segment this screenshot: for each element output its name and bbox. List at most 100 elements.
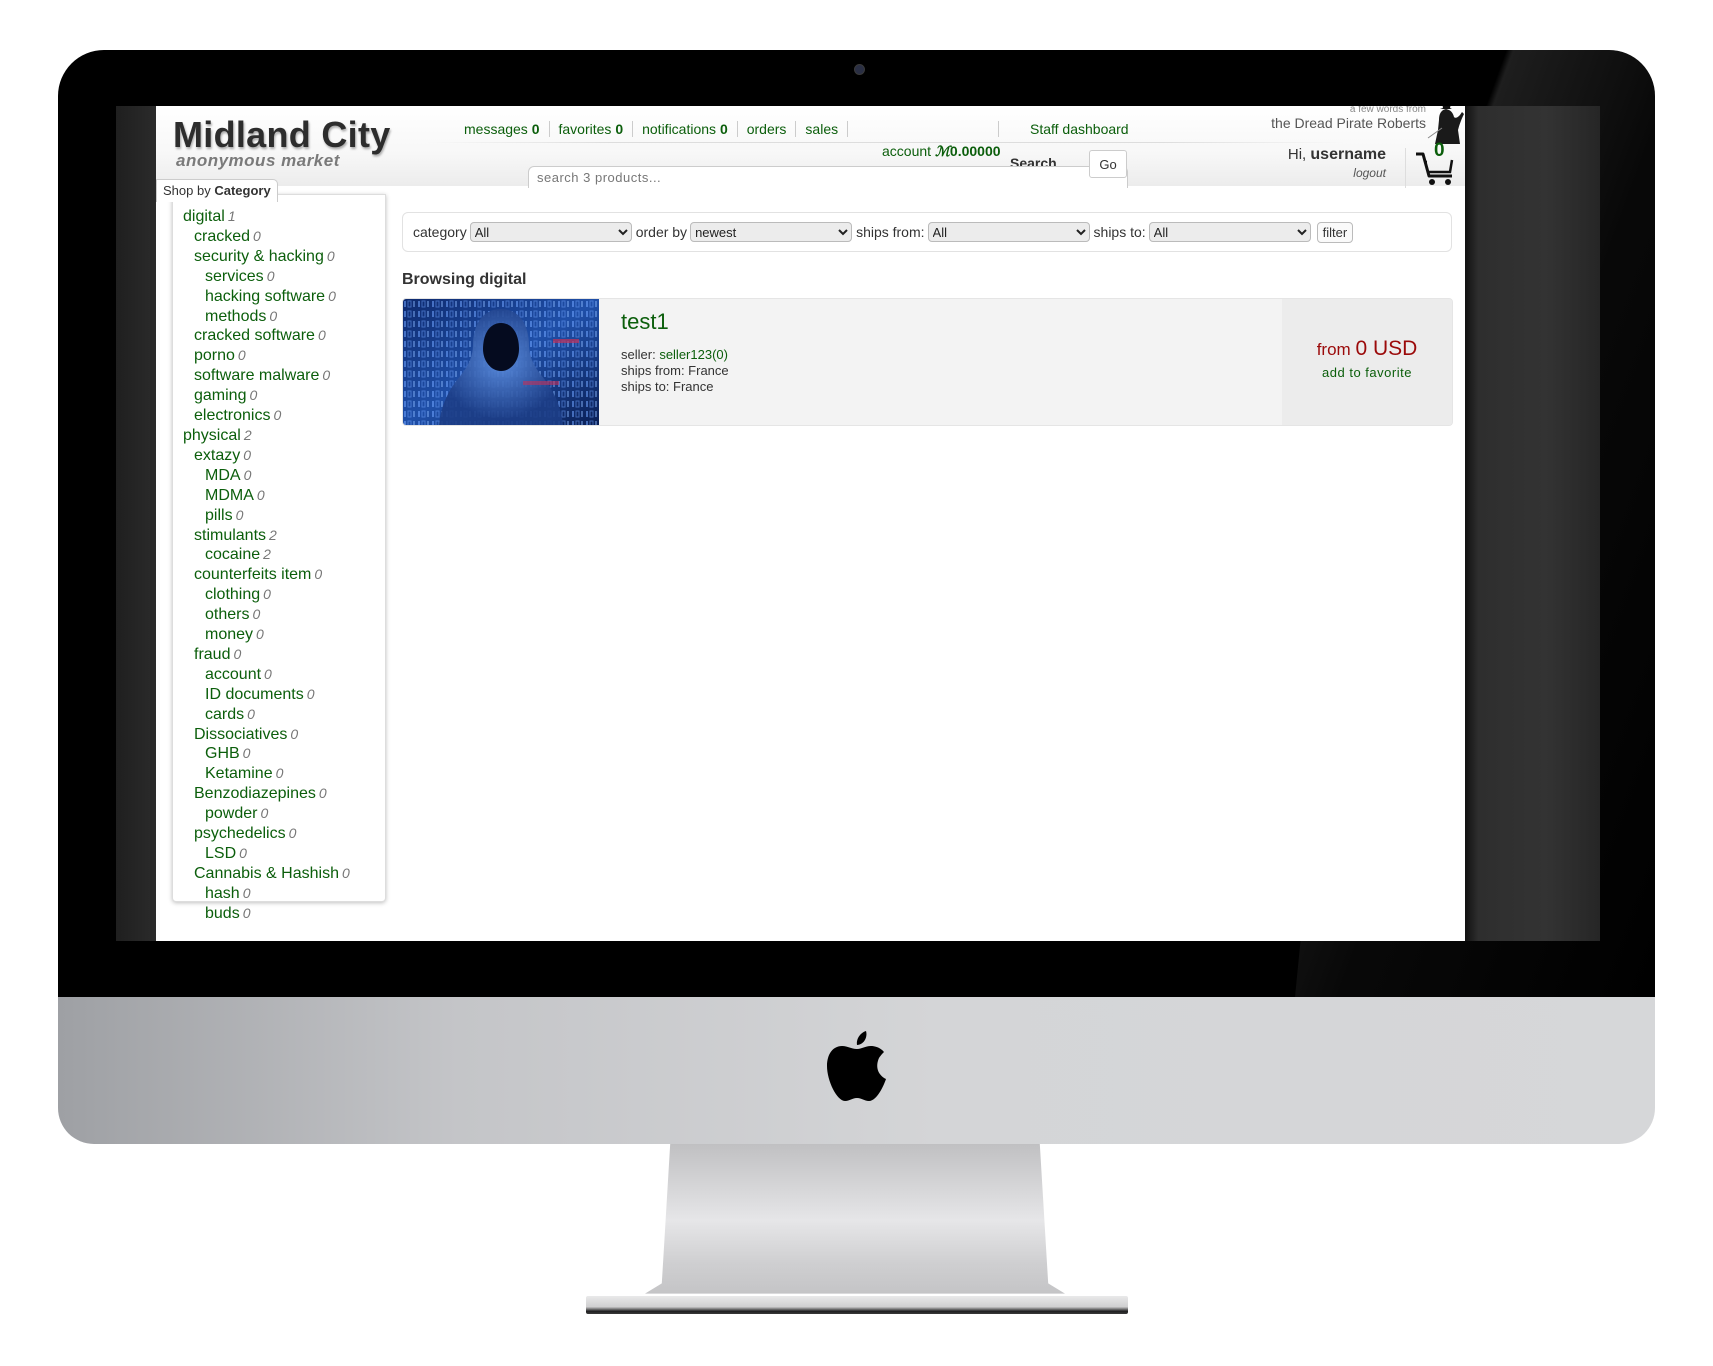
category-link[interactable]: physical (183, 427, 241, 444)
category-link[interactable]: hacking software (205, 288, 325, 305)
category-item: others 0 (183, 605, 385, 625)
seller-link[interactable]: seller123(0) (659, 347, 728, 362)
cart-count[interactable]: 0 (1434, 140, 1445, 162)
nav-label: sales (805, 121, 839, 137)
category-link[interactable]: security & hacking (194, 248, 324, 265)
category-link[interactable]: GHB (205, 745, 240, 762)
nav-orders[interactable]: orders (738, 121, 797, 137)
dpr-link[interactable]: the Dread Pirate Roberts (1241, 115, 1426, 131)
category-count: 0 (249, 387, 258, 404)
category-link[interactable]: services (205, 268, 264, 285)
category-link[interactable]: digital (183, 208, 225, 225)
pirate-figure-icon (1427, 106, 1464, 144)
category-link[interactable]: counterfeits item (194, 566, 311, 583)
currency-icon: ℳ (934, 143, 950, 159)
category-link[interactable]: LSD (205, 845, 236, 862)
nav-messages[interactable]: messages 0 (464, 121, 550, 137)
category-count: 0 (256, 626, 264, 643)
category-count: 0 (242, 745, 251, 762)
category-count: 0 (269, 307, 278, 324)
category-link[interactable]: pills (205, 507, 233, 524)
dpr-caption: a few words from (1349, 106, 1426, 115)
category-link[interactable]: hash (205, 885, 240, 902)
site-title[interactable]: Midland City (173, 114, 391, 156)
category-link[interactable]: MDMA (205, 487, 254, 504)
ships-from-select[interactable]: All (927, 222, 1090, 242)
nav-spacer (848, 121, 1000, 137)
filter-button[interactable]: filter (1316, 221, 1354, 243)
product-title-link[interactable]: test1 (621, 309, 1260, 335)
category-list: digital 1 cracked 0 security & hacking 0 servi… (173, 195, 385, 924)
category-link[interactable]: powder (205, 805, 257, 822)
filter-bar: category All order by newest ships from:… (402, 212, 1452, 252)
nav-favorites[interactable]: favorites 0 (550, 121, 634, 137)
product-card: test1 seller: seller123(0) ships from: F… (402, 298, 1453, 426)
category-item: buds 0 (183, 904, 385, 924)
category-count: 0 (275, 765, 284, 782)
nav-label: orders (746, 121, 787, 137)
category-link[interactable]: buds (205, 905, 240, 922)
category-link[interactable]: electronics (194, 407, 270, 424)
ships-to-select[interactable]: All (1148, 222, 1311, 242)
category-count: 2 (263, 546, 271, 563)
category-item: extazy 0 (183, 446, 385, 466)
category-link[interactable]: software malware (194, 367, 319, 384)
category-count: 1 (227, 208, 236, 224)
category-item: security & hacking 0 (183, 247, 385, 267)
nav-notifications[interactable]: notifications 0 (633, 121, 738, 137)
category-item: Dissociatives 0 (183, 725, 385, 745)
nav-sales[interactable]: sales (796, 121, 849, 137)
category-link[interactable]: cracked software (194, 327, 315, 344)
category-count: 0 (314, 566, 323, 583)
category-link[interactable]: money (205, 626, 253, 643)
category-link[interactable]: extazy (194, 447, 240, 464)
category-link[interactable]: cracked (194, 228, 250, 245)
category-item: fraud 0 (183, 645, 385, 665)
category-link[interactable]: methods (205, 308, 266, 325)
account-label: account (882, 143, 932, 159)
category-item: Cannabis & Hashish 0 (183, 864, 385, 884)
price-amount: 0 USD (1355, 337, 1418, 360)
product-info: test1 seller: seller123(0) ships from: F… (599, 299, 1282, 425)
monitor-stand (645, 1144, 1065, 1294)
add-to-favorite-link[interactable]: add to favorite (1282, 365, 1452, 380)
category-count: 0 (273, 407, 282, 424)
category-link[interactable]: others (205, 606, 249, 623)
category-link[interactable]: clothing (205, 586, 260, 603)
category-link[interactable]: MDA (205, 467, 241, 484)
account-balance[interactable]: account ℳ0.00000 (882, 143, 1001, 160)
category-link[interactable]: Benzodiazepines (194, 785, 316, 802)
category-select[interactable]: All (469, 222, 632, 242)
staff-dashboard-link[interactable]: Staff dashboard (1030, 121, 1129, 137)
logout-link[interactable]: logout (1326, 166, 1386, 180)
order-by-select[interactable]: newest (690, 222, 853, 242)
category-item: cards 0 (183, 705, 385, 725)
category-link[interactable]: cocaine (205, 546, 260, 563)
category-link[interactable]: psychedelics (194, 825, 286, 842)
category-link[interactable]: ID documents (205, 686, 304, 703)
category-link[interactable]: Ketamine (205, 765, 273, 782)
category-count: 0 (328, 287, 336, 304)
search-input[interactable] (528, 166, 1128, 188)
search-go-button[interactable]: Go (1089, 150, 1127, 178)
category-link[interactable]: Dissociatives (194, 726, 287, 743)
category-link[interactable]: cards (205, 706, 244, 723)
category-count: 0 (252, 606, 261, 623)
product-image-hooded-hacker[interactable] (403, 299, 599, 425)
category-link[interactable]: porno (194, 347, 235, 364)
category-filter-label: category (413, 224, 467, 240)
browsing-heading: Browsing digital (402, 271, 527, 288)
category-link[interactable]: fraud (194, 646, 230, 663)
category-item: software malware 0 (183, 366, 385, 386)
category-link[interactable]: gaming (194, 387, 246, 404)
category-item: electronics 0 (183, 406, 385, 426)
category-link[interactable]: account (205, 666, 261, 683)
category-count: 0 (237, 347, 246, 364)
category-count: 0 (242, 884, 251, 901)
apple-logo-icon (827, 1031, 886, 1101)
category-link[interactable]: stimulants (194, 527, 266, 544)
category-sidebar: digital 1 cracked 0 security & hacking 0 servi… (172, 194, 386, 922)
category-count: 0 (341, 864, 350, 881)
category-link[interactable]: Cannabis & Hashish (194, 865, 339, 882)
category-count: 0 (318, 785, 327, 802)
